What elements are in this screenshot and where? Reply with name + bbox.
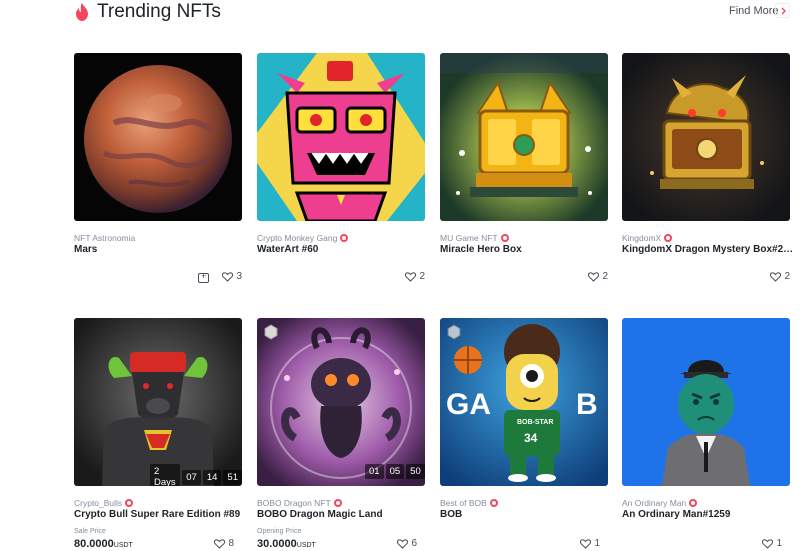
like-button[interactable]: 1 — [762, 538, 782, 549]
nft-image-bobo-dragon[interactable]: 01 05 50 — [257, 318, 425, 486]
like-count: 2 — [602, 271, 608, 282]
collection-name[interactable]: Crypto Monkey Gang — [257, 233, 349, 243]
heart-icon — [397, 538, 409, 549]
collection-name[interactable]: MU Game NFT — [440, 233, 509, 243]
countdown-hours: 07 — [182, 469, 201, 485]
svg-text:GA: GA — [446, 388, 491, 421]
like-count: 1 — [776, 538, 782, 549]
nft-name[interactable]: WaterArt #60 — [257, 244, 429, 255]
heart-icon — [222, 271, 234, 282]
like-button[interactable]: 2 — [405, 271, 425, 282]
nft-image-crypto-bull[interactable]: 2 Days 07 14 51 — [74, 318, 242, 486]
add-to-folder-icon[interactable] — [198, 271, 209, 283]
nft-image-bob[interactable]: GA B BOB-STAR 34 — [440, 318, 608, 486]
collection-name[interactable]: Crypto_Bulls — [74, 498, 134, 508]
heart-icon — [580, 538, 592, 549]
nft-image-waterart[interactable] — [257, 53, 425, 221]
like-button[interactable]: 3 — [222, 271, 242, 282]
countdown-hours: 01 — [365, 464, 384, 479]
verified-icon — [489, 499, 498, 507]
countdown-days: 2 Days — [150, 464, 181, 486]
section-header: Trending NFTs Find More — [0, 0, 800, 30]
like-button[interactable]: 6 — [397, 538, 417, 549]
like-count: 2 — [419, 271, 425, 282]
nft-image-mars[interactable] — [74, 53, 242, 221]
heart-icon — [588, 271, 600, 282]
auction-countdown: 01 05 50 — [365, 464, 425, 479]
like-button[interactable]: 2 — [588, 271, 608, 282]
price-unit: USDT — [296, 542, 316, 549]
page-title: Trending NFTs — [97, 1, 221, 22]
verified-icon — [333, 499, 342, 507]
collection-name[interactable]: BOBO Dragon NFT — [257, 498, 342, 508]
svg-text:B: B — [576, 388, 598, 421]
heart-icon — [762, 538, 774, 549]
nft-image-miracle-hero-box[interactable] — [440, 53, 608, 221]
like-count: 2 — [784, 271, 790, 282]
nft-image-kingdomx-dragon-box[interactable] — [622, 53, 790, 221]
nft-name[interactable]: An Ordinary Man#1259 — [622, 509, 794, 520]
like-button[interactable]: 2 — [770, 271, 790, 282]
verified-icon — [500, 234, 509, 242]
like-button[interactable]: 8 — [214, 538, 234, 549]
nft-name[interactable]: Miracle Hero Box — [440, 244, 612, 255]
verified-icon — [125, 499, 134, 507]
countdown-seconds: 50 — [406, 464, 425, 479]
verified-icon — [689, 499, 698, 507]
countdown-minutes: 05 — [385, 464, 405, 479]
collection-name[interactable]: KingdomX — [622, 233, 673, 243]
find-more-link[interactable]: Find More — [729, 5, 779, 17]
collection-badge-icon — [447, 324, 461, 340]
heart-icon — [405, 271, 417, 282]
auction-countdown: 2 Days 07 14 51 — [150, 464, 242, 486]
price-label: Opening Price — [257, 528, 302, 535]
price-value: 30.0000USDT — [257, 538, 316, 550]
collection-name[interactable]: NFT Astronomia — [74, 233, 135, 243]
like-count: 6 — [411, 538, 417, 549]
heart-icon — [770, 271, 782, 282]
verified-icon — [664, 234, 673, 242]
like-count: 3 — [236, 271, 242, 282]
chevron-right-icon[interactable] — [775, 3, 790, 18]
like-count: 8 — [228, 538, 234, 549]
heart-icon — [214, 538, 226, 549]
collection-name[interactable]: An Ordinary Man — [622, 498, 698, 508]
price-unit: USDT — [113, 542, 133, 549]
nft-image-ordinary-man[interactable] — [622, 318, 790, 486]
price-label: Sale Price — [74, 528, 106, 535]
nft-name[interactable]: BOBO Dragon Magic Land — [257, 509, 429, 520]
nft-name[interactable]: Mars — [74, 244, 246, 255]
collection-name[interactable]: Best of BOB — [440, 498, 498, 508]
like-count: 1 — [594, 538, 600, 549]
fire-icon — [76, 3, 88, 21]
like-button[interactable]: 1 — [580, 538, 600, 549]
countdown-minutes: 14 — [202, 469, 222, 485]
nft-name[interactable]: BOB — [440, 509, 612, 520]
svg-text:BOB-STAR: BOB-STAR — [517, 419, 553, 426]
collection-badge-icon — [264, 324, 278, 340]
verified-icon — [340, 234, 349, 242]
nft-name[interactable]: Crypto Bull Super Rare Edition #89 — [74, 509, 246, 520]
svg-text:34: 34 — [524, 431, 538, 445]
nft-name[interactable]: KingdomX Dragon Mystery Box#2070... — [622, 244, 794, 255]
price-value: 80.0000USDT — [74, 538, 133, 550]
countdown-seconds: 51 — [223, 469, 242, 485]
